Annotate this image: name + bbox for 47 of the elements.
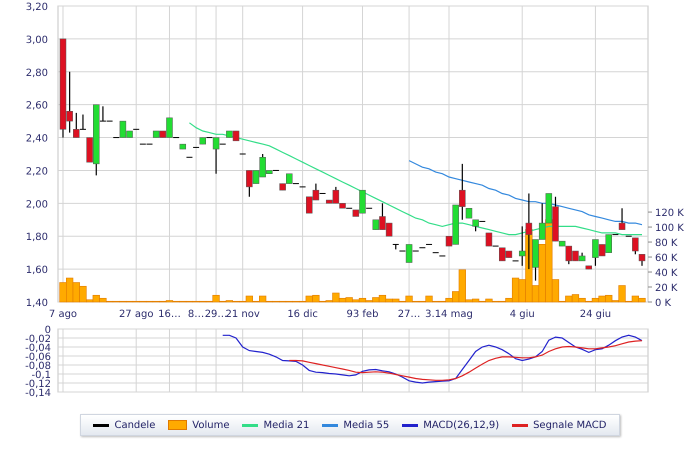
legend-label: MACD(26,12,9) [423, 420, 500, 430]
axis-label: 21 nov [226, 309, 260, 320]
axis-label: 27 ago [118, 309, 154, 320]
candlestick [180, 144, 186, 150]
legend-label: Media 21 [263, 420, 310, 430]
axis-label: -0,12 [25, 379, 51, 390]
axis-label: 60 K [655, 253, 678, 264]
axis-label: -0,04 [25, 343, 51, 354]
axis-label: -0,08 [25, 361, 51, 372]
axis-label: 2,00 [26, 199, 48, 210]
axis-label: 16… [158, 309, 181, 320]
axis-label: 0 [44, 325, 51, 336]
axis-label: -0,1 [31, 370, 51, 381]
legend-label: Segnale MACD [533, 420, 606, 430]
axis-label: 3.14 mag [425, 309, 473, 320]
axis-label: 2,20 [26, 166, 48, 178]
legend-label: Candele [114, 420, 156, 430]
legend-label: Volume [192, 420, 230, 430]
axis-label: 2,40 [26, 134, 48, 145]
candlestick [192, 146, 200, 148]
axis-label: 0 K [655, 298, 672, 309]
axis-label: 29… [204, 309, 228, 320]
axis-label: 3,20 [26, 2, 48, 13]
axis-label: 8… [188, 309, 204, 320]
axis-label: 100 K [655, 223, 684, 234]
axis-label: 1,40 [26, 298, 48, 309]
axis-label: 2,80 [26, 68, 48, 79]
candlestick [618, 208, 626, 230]
axis-label: 3,00 [26, 34, 48, 46]
legend-label: Media 55 [343, 420, 390, 430]
candlestick [186, 156, 193, 158]
axis-label: 80 K [655, 238, 678, 250]
axis-label: 20 K [655, 283, 678, 294]
axis-label: 40 K [655, 268, 678, 280]
axis-label: 120 K [655, 208, 684, 220]
axis-label: -0,06 [25, 352, 51, 363]
axis-label: 2,60 [26, 100, 48, 112]
axis-label: 93 feb [346, 309, 378, 320]
axis-label: 24 giu [580, 309, 612, 320]
axis-label: -0,14 [25, 388, 51, 399]
axis-label: 1,80 [26, 232, 48, 244]
axis-label: 7 ago [48, 309, 78, 320]
axis-label: 27… [398, 309, 420, 320]
axis-label: -0,02 [25, 334, 51, 345]
axis-label: 1,60 [26, 265, 48, 276]
axis-label: 4 giu [510, 309, 535, 320]
axis-label: 16 dic [287, 309, 318, 320]
